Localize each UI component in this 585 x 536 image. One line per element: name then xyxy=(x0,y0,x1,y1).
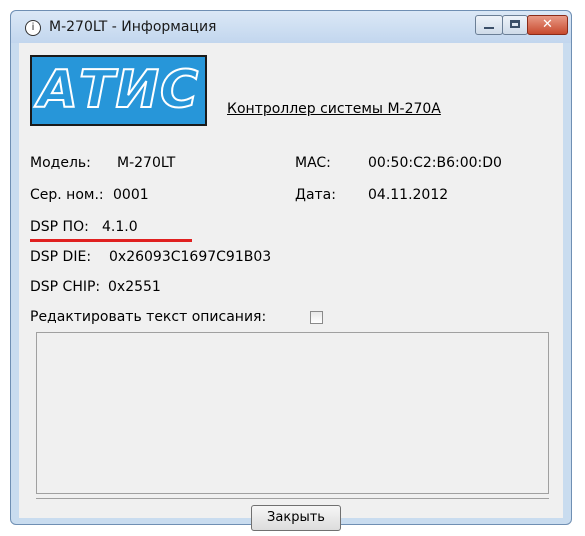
mac-value: 00:50:C2:B6:00:D0 xyxy=(368,155,502,171)
chip-label: DSP CHIP: xyxy=(30,279,101,295)
mac-label: MAC: xyxy=(295,155,331,171)
close-button[interactable]: Закрыть xyxy=(251,505,341,531)
minimize-icon xyxy=(484,27,494,29)
info-icon: i xyxy=(25,20,41,36)
maximize-button[interactable] xyxy=(502,15,528,35)
maximize-icon xyxy=(510,20,520,28)
serial-label: Сер. ном.: xyxy=(30,187,104,203)
window-content: АТИС Контроллер системы М-270А Модель: M… xyxy=(19,43,563,531)
title-bar[interactable]: i M-270LT - Информация ✕ xyxy=(11,11,571,43)
minimize-button[interactable] xyxy=(475,15,503,35)
bottom-divider xyxy=(36,498,549,499)
info-window: i M-270LT - Информация ✕ АТИС Контроллер… xyxy=(10,10,572,531)
edit-description-checkbox[interactable] xyxy=(310,311,323,324)
die-label: DSP DIE: xyxy=(30,249,92,265)
window-title: M-270LT - Информация xyxy=(49,19,217,35)
close-window-button[interactable]: ✕ xyxy=(527,15,568,35)
description-textarea[interactable] xyxy=(36,332,549,494)
chip-value: 0x2551 xyxy=(108,279,161,295)
close-icon: ✕ xyxy=(542,17,553,32)
dsp-value: 4.1.0 xyxy=(102,219,138,235)
date-label: Дата: xyxy=(295,187,336,203)
edit-description-label: Редактировать текст описания: xyxy=(30,309,267,325)
controller-link[interactable]: Контроллер системы М-270А xyxy=(227,101,441,117)
date-value: 04.11.2012 xyxy=(368,187,449,203)
atis-logo: АТИС xyxy=(30,55,207,126)
serial-value: 0001 xyxy=(113,187,149,203)
dsp-label: DSP ПО: xyxy=(30,219,89,235)
die-value: 0x26093C1697C91B03 xyxy=(109,249,272,265)
model-label: Модель: xyxy=(30,155,91,171)
logo-text: АТИС xyxy=(37,59,200,121)
model-value: M-270LT xyxy=(117,155,176,171)
highlight-underline xyxy=(30,239,192,242)
